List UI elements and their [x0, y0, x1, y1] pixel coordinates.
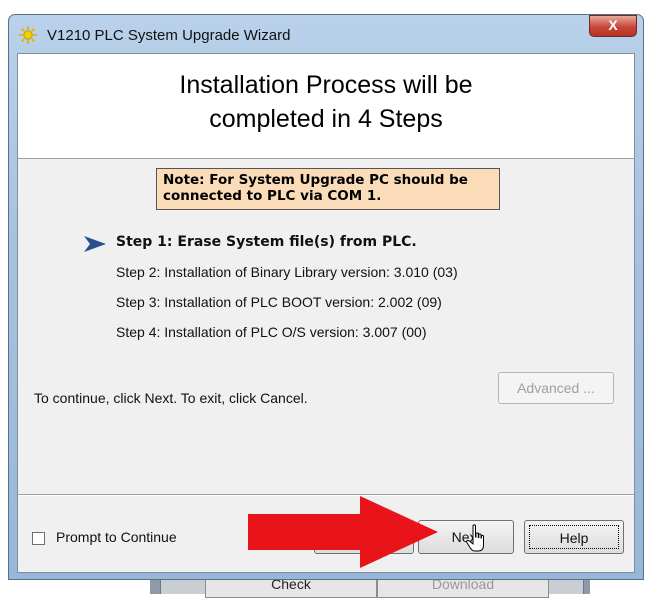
window-title: V1210 PLC System Upgrade Wizard: [47, 27, 291, 44]
hand-cursor-icon: [466, 524, 484, 552]
note-line1: Note: For System Upgrade PC should be: [163, 172, 468, 188]
title-bar: V1210 PLC System Upgrade Wizard X: [9, 15, 643, 53]
page-title: Installation Process will be completed i…: [18, 68, 634, 136]
advanced-button[interactable]: Advanced ...: [498, 372, 614, 404]
checkbox-label: Prompt to Continue: [56, 529, 177, 545]
wizard-client-area: Installation Process will be completed i…: [17, 53, 635, 573]
page-title-line1: Installation Process will be: [179, 71, 473, 99]
current-step-arrow-icon: [84, 236, 106, 252]
step-item-4: Step 4: Installation of PLC O/S version:…: [116, 324, 427, 340]
step-item-1: Step 1: Erase System file(s) from PLC.: [116, 234, 417, 250]
close-button[interactable]: X: [589, 15, 637, 37]
step-item-3: Step 3: Installation of PLC BOOT version…: [116, 294, 442, 310]
page-title-line2: completed in 4 Steps: [209, 105, 443, 133]
red-arrow-annotation-icon: [248, 496, 438, 568]
instruction-text: To continue, click Next. To exit, click …: [34, 390, 308, 406]
note-box: Note: For System Upgrade PC should be co…: [156, 168, 500, 210]
step-item-2: Step 2: Installation of Binary Library v…: [116, 264, 458, 280]
note-line2: connected to PLC via COM 1.: [163, 188, 382, 204]
sun-icon: [19, 26, 37, 44]
help-button-label: Help: [529, 525, 619, 549]
header-panel: Installation Process will be completed i…: [18, 54, 634, 159]
help-button[interactable]: Help: [524, 520, 624, 554]
checkbox-box[interactable]: [32, 532, 45, 545]
